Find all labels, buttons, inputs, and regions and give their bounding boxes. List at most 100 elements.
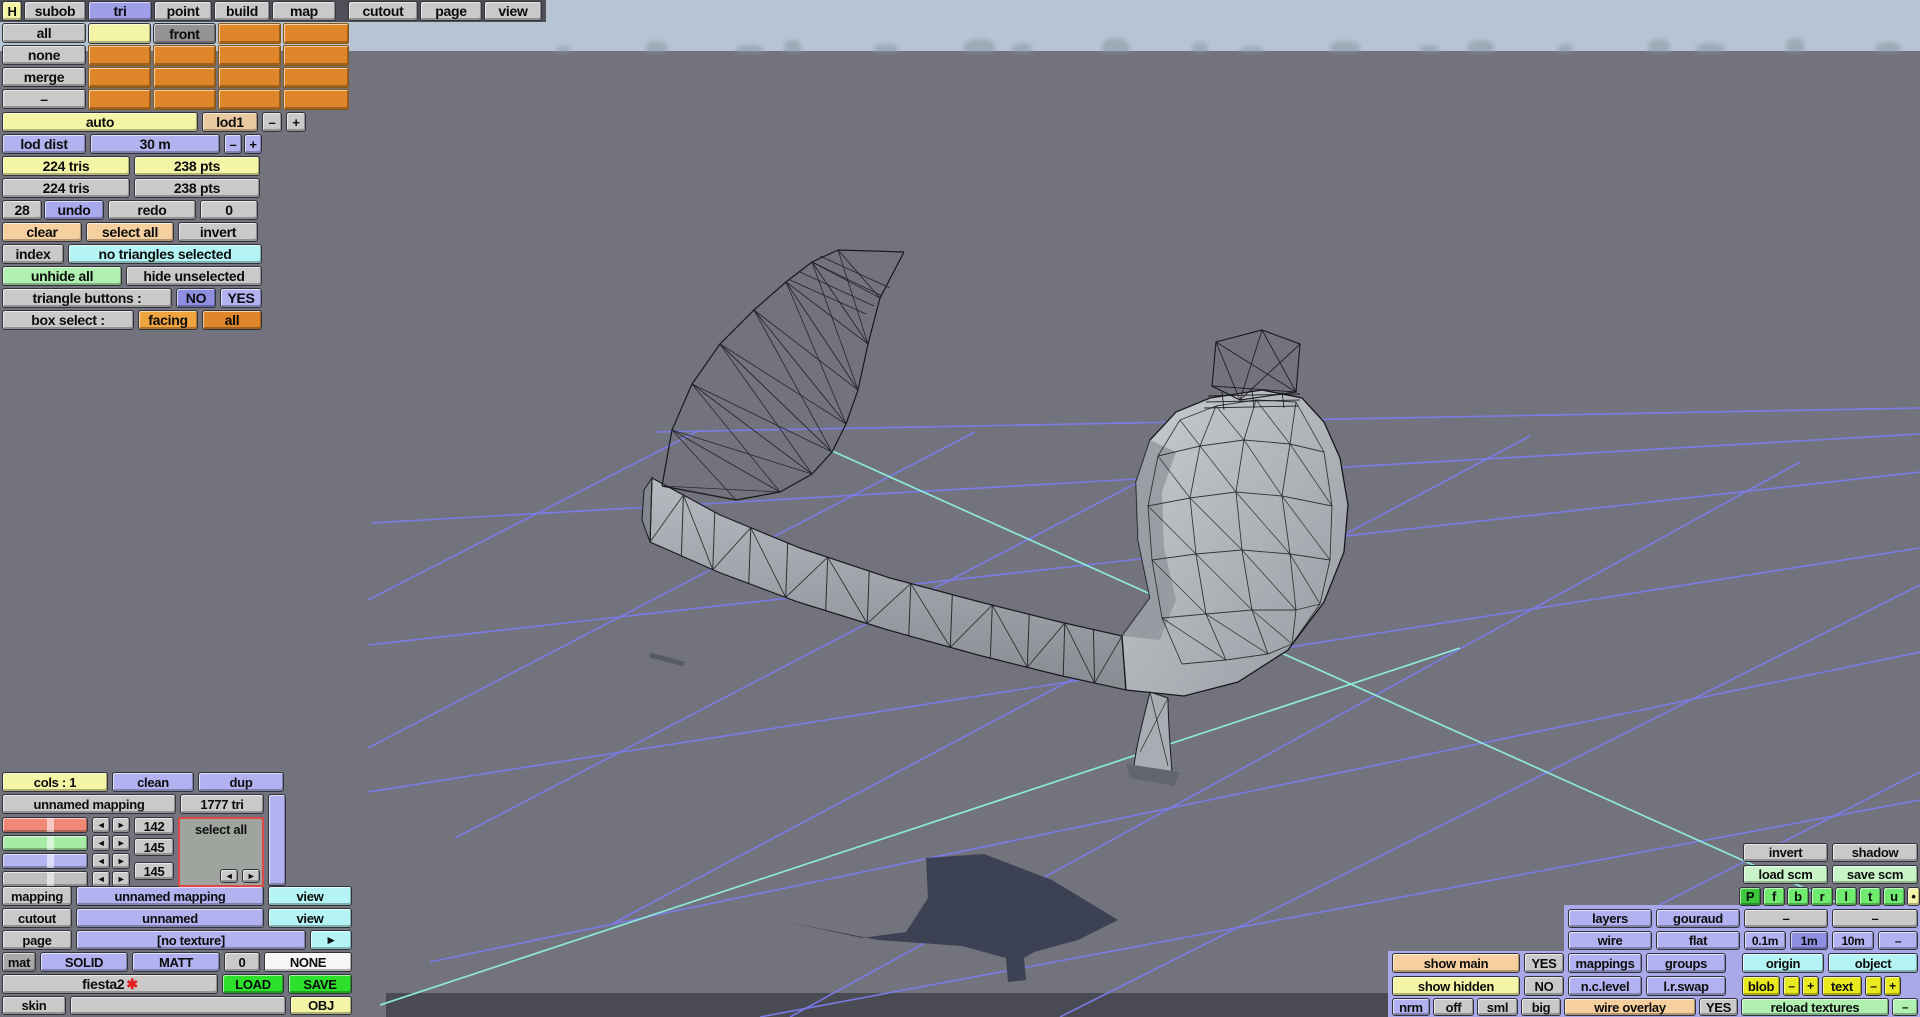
grid-row-dash[interactable]: – bbox=[2, 89, 86, 109]
gouraud-button[interactable]: gouraud bbox=[1656, 909, 1740, 928]
menu-item-h[interactable]: H bbox=[2, 1, 22, 21]
view-r[interactable]: r bbox=[1811, 887, 1833, 906]
mapping-row-value[interactable]: unnamed mapping bbox=[76, 886, 264, 906]
hide-unselected-button[interactable]: hide unselected bbox=[126, 266, 262, 286]
grid-cell-1-2[interactable] bbox=[218, 45, 281, 66]
current-file-button[interactable]: fiesta2 ✱ bbox=[2, 974, 218, 994]
grid-cell-3-3[interactable] bbox=[283, 89, 349, 110]
lod-plus[interactable]: + bbox=[286, 112, 306, 132]
grid-cell-1-0[interactable] bbox=[88, 45, 151, 66]
cutout-view-button[interactable]: view bbox=[268, 908, 352, 928]
page-next-button[interactable]: ► bbox=[310, 930, 352, 950]
menu-item-page[interactable]: page bbox=[420, 1, 482, 21]
triangle-buttons-yes[interactable]: YES bbox=[220, 288, 262, 308]
menu-item-build[interactable]: build bbox=[214, 1, 270, 21]
wire-overlay-yes[interactable]: YES bbox=[1699, 998, 1738, 1016]
box-select-facing[interactable]: facing bbox=[138, 310, 198, 330]
nrm-big[interactable]: big bbox=[1521, 998, 1561, 1016]
load-scm-button[interactable]: load scm bbox=[1743, 865, 1828, 884]
grid-cell-0-2[interactable] bbox=[218, 23, 281, 44]
object-button[interactable]: object bbox=[1828, 953, 1918, 973]
grid-cell-active[interactable] bbox=[88, 23, 151, 44]
scale-minus[interactable]: – bbox=[1878, 931, 1918, 950]
unhide-all-button[interactable]: unhide all bbox=[2, 266, 122, 286]
slider-4-right-arrow-icon[interactable]: ► bbox=[112, 871, 130, 887]
obj-button[interactable]: OBJ bbox=[290, 996, 352, 1015]
grid-row-merge[interactable]: merge bbox=[2, 67, 86, 87]
cutout-row-value[interactable]: unnamed bbox=[76, 908, 264, 928]
menu-item-cutout[interactable]: cutout bbox=[348, 1, 418, 21]
scale-10m[interactable]: 10m bbox=[1832, 931, 1874, 950]
lod-auto[interactable]: auto bbox=[2, 112, 198, 132]
grid-cell-3-1[interactable] bbox=[153, 89, 216, 110]
lod-dist-label[interactable]: lod dist bbox=[2, 134, 86, 154]
view-t[interactable]: t bbox=[1859, 887, 1881, 906]
mapping-select-all-box[interactable]: select all ◄ ► bbox=[178, 817, 264, 887]
dup-button[interactable]: dup bbox=[198, 772, 284, 792]
layers-button[interactable]: layers bbox=[1568, 909, 1652, 928]
text-minus[interactable]: – bbox=[1865, 976, 1882, 996]
grid-cell-front[interactable]: front bbox=[153, 23, 216, 44]
mappings-button[interactable]: mappings bbox=[1568, 953, 1642, 973]
shadow-button[interactable]: shadow bbox=[1832, 843, 1918, 862]
origin-button[interactable]: origin bbox=[1742, 953, 1824, 973]
layers-dash-2[interactable]: – bbox=[1832, 909, 1918, 928]
cols-button[interactable]: cols : 1 bbox=[2, 772, 108, 792]
grid-cell-0-3[interactable] bbox=[283, 23, 349, 44]
grid-row-all[interactable]: all bbox=[2, 23, 86, 43]
color-slider-4[interactable] bbox=[2, 871, 88, 887]
select-box-left-arrow-icon[interactable]: ◄ bbox=[220, 869, 238, 883]
nrm-off[interactable]: off bbox=[1433, 998, 1474, 1016]
nc-level-button[interactable]: n.c.level bbox=[1568, 976, 1642, 996]
menu-item-subob[interactable]: subob bbox=[24, 1, 86, 21]
skin-label[interactable]: skin bbox=[2, 996, 66, 1015]
page-row-value[interactable]: [no texture] bbox=[76, 930, 306, 950]
view-p[interactable]: P bbox=[1739, 887, 1761, 906]
flat-button[interactable]: flat bbox=[1656, 931, 1740, 950]
grid-cell-1-1[interactable] bbox=[153, 45, 216, 66]
grid-cell-2-3[interactable] bbox=[283, 67, 349, 88]
scale-1m[interactable]: 1m bbox=[1790, 931, 1828, 950]
channel-value-3[interactable]: 145 bbox=[134, 862, 174, 880]
text-plus[interactable]: + bbox=[1884, 976, 1901, 996]
slider-handle[interactable] bbox=[46, 872, 54, 886]
slider-3-left-arrow-icon[interactable]: ◄ bbox=[92, 853, 110, 869]
color-slider-1[interactable] bbox=[2, 817, 88, 833]
slider-handle[interactable] bbox=[46, 854, 54, 868]
wire-overlay-button[interactable]: wire overlay bbox=[1564, 998, 1696, 1016]
color-slider-3[interactable] bbox=[2, 853, 88, 869]
invert-button[interactable]: invert bbox=[178, 222, 258, 242]
index-button[interactable]: index bbox=[2, 244, 64, 264]
show-main-yes[interactable]: YES bbox=[1524, 953, 1564, 973]
lod-lod1[interactable]: lod1 bbox=[202, 112, 258, 132]
grid-cell-3-0[interactable] bbox=[88, 89, 151, 110]
save-scm-button[interactable]: save scm bbox=[1832, 865, 1918, 884]
view-dot[interactable]: • bbox=[1907, 887, 1920, 906]
invert-view-button[interactable]: invert bbox=[1743, 843, 1828, 862]
box-select-all[interactable]: all bbox=[202, 310, 262, 330]
menu-item-view[interactable]: view bbox=[484, 1, 542, 21]
reload-minus[interactable]: – bbox=[1892, 998, 1918, 1016]
slider-4-left-arrow-icon[interactable]: ◄ bbox=[92, 871, 110, 887]
text-button[interactable]: text bbox=[1822, 976, 1862, 996]
view-f[interactable]: f bbox=[1763, 887, 1785, 906]
slider-1-left-arrow-icon[interactable]: ◄ bbox=[92, 817, 110, 833]
slider-2-right-arrow-icon[interactable]: ► bbox=[112, 835, 130, 851]
mat-none[interactable]: NONE bbox=[264, 952, 352, 972]
undo-button[interactable]: undo bbox=[44, 200, 104, 220]
scale-01m[interactable]: 0.1m bbox=[1744, 931, 1786, 950]
layers-dash-1[interactable]: – bbox=[1744, 909, 1828, 928]
clear-button[interactable]: clear bbox=[2, 222, 82, 242]
channel-value-2[interactable]: 145 bbox=[134, 838, 174, 856]
load-button[interactable]: LOAD bbox=[222, 974, 284, 994]
select-all-button[interactable]: select all bbox=[86, 222, 174, 242]
slider-1-right-arrow-icon[interactable]: ► bbox=[112, 817, 130, 833]
menu-item-point[interactable]: point bbox=[154, 1, 212, 21]
slider-2-left-arrow-icon[interactable]: ◄ bbox=[92, 835, 110, 851]
lod-dist-minus[interactable]: – bbox=[224, 134, 242, 154]
color-slider-2[interactable] bbox=[2, 835, 88, 851]
lod-minus[interactable]: – bbox=[262, 112, 282, 132]
view-u[interactable]: u bbox=[1883, 887, 1905, 906]
clean-button[interactable]: clean bbox=[112, 772, 194, 792]
nrm-button[interactable]: nrm bbox=[1392, 998, 1430, 1016]
